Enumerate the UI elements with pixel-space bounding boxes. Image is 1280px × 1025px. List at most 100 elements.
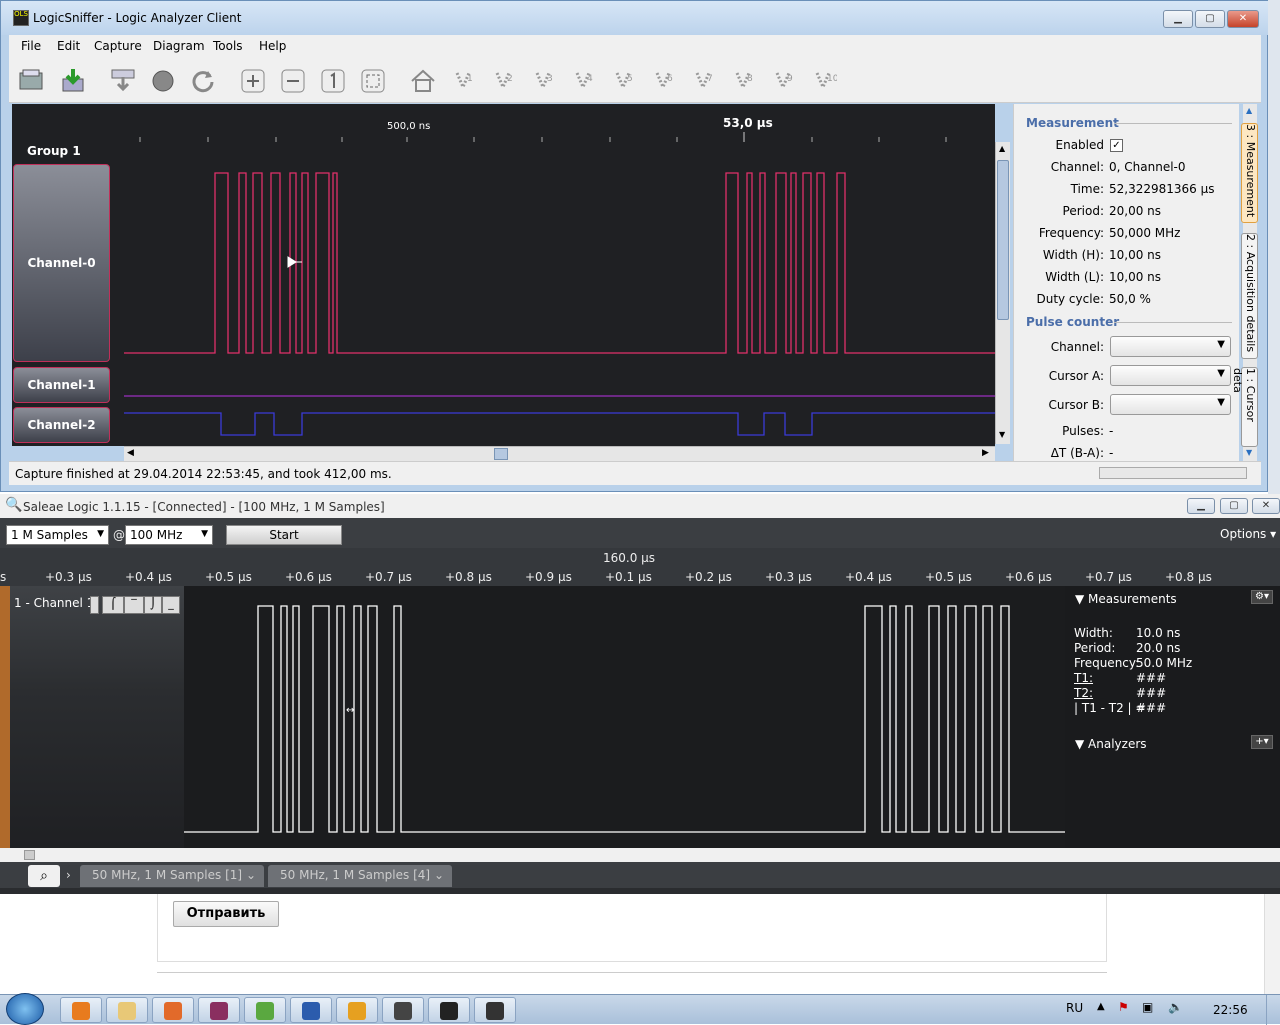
cursor-5-icon[interactable]: 5 — [609, 67, 637, 95]
rate-select[interactable]: 100 MHz ▼ — [125, 525, 213, 545]
gear-icon[interactable]: ⚙▾ — [1251, 590, 1273, 604]
menu-help[interactable]: Help — [259, 39, 286, 53]
analyzers-heading[interactable]: ▼ Analyzers — [1075, 737, 1147, 751]
saleae-minimize-button[interactable]: ▁ — [1187, 498, 1215, 514]
falling-edge-trigger-button[interactable]: ‾ — [124, 596, 144, 614]
volume-icon[interactable]: 🔈 — [1168, 1000, 1183, 1014]
saleae-title-bar: 🔍 Saleae Logic 1.1.15 - [Connected] - [1… — [0, 494, 1280, 518]
saleae-maximize-button[interactable]: ▢ — [1220, 498, 1248, 514]
goto-trigger-icon[interactable] — [409, 67, 437, 95]
menu-capture[interactable]: Capture — [94, 39, 142, 53]
session-tab-2[interactable]: 50 MHz, 1 M Samples [4] ⌄ — [268, 865, 452, 887]
info-icon[interactable] — [336, 997, 378, 1023]
firefox-icon[interactable] — [152, 997, 194, 1023]
samples-select[interactable]: 1 M Samples ▼ — [6, 525, 109, 545]
cursor-4-icon[interactable]: 4 — [569, 67, 597, 95]
search-tab-button[interactable]: ⌕ — [28, 865, 60, 887]
zoom-all-icon[interactable] — [359, 67, 387, 95]
capture-icon[interactable] — [109, 67, 137, 95]
menu-tools[interactable]: Tools — [213, 39, 243, 53]
high-trigger-button[interactable]: ⌡ — [144, 596, 162, 614]
cmd-icon[interactable] — [428, 997, 470, 1023]
saleae-close-button[interactable]: ✕ — [1252, 498, 1280, 514]
scroll-left-arrow[interactable]: ◀ — [127, 448, 134, 458]
low-trigger-button[interactable]: _ — [162, 596, 180, 614]
scroll-right-arrow[interactable]: ▶ — [982, 448, 989, 458]
session-tab-1[interactable]: 50 MHz, 1 M Samples [1] ⌄ — [80, 865, 264, 887]
ols-icon[interactable] — [474, 997, 516, 1023]
saleae-waveform-canvas[interactable]: ↔ — [184, 586, 1065, 848]
options-button[interactable]: Options ▾ — [1220, 527, 1276, 541]
submit-button[interactable]: Отправить — [173, 901, 279, 927]
side-scroll-down[interactable]: ▼ — [1246, 448, 1252, 457]
tab-acquisition[interactable]: 2 : Acquisition details — [1241, 233, 1258, 359]
zoom-out-icon[interactable] — [279, 67, 307, 95]
channel-settings-button[interactable] — [90, 596, 99, 614]
show-desktop-button[interactable] — [1266, 995, 1280, 1025]
scroll-thumb[interactable] — [997, 160, 1009, 320]
side-scroll-up[interactable]: ▲ — [1246, 106, 1252, 115]
explorer-icon[interactable] — [106, 997, 148, 1023]
flag-icon[interactable]: ⚑ — [1118, 1000, 1129, 1014]
saleae-scroll-thumb[interactable] — [24, 850, 35, 860]
measurements-heading[interactable]: ▼ Measurements — [1075, 592, 1177, 606]
minimize-button[interactable]: ▁ — [1163, 10, 1193, 28]
zoom-default-icon[interactable] — [319, 67, 347, 95]
tray-arrow-icon[interactable]: ▲ — [1097, 1001, 1105, 1012]
cursor-6-icon[interactable]: 6 — [649, 67, 677, 95]
menu-diagram[interactable]: Diagram — [153, 39, 205, 53]
menu-file[interactable]: File — [21, 39, 41, 53]
waveform-canvas[interactable] — [12, 104, 995, 446]
zoom-in-icon[interactable] — [239, 67, 267, 95]
start-orb-icon[interactable] — [6, 993, 44, 1025]
delta-t-value: - — [1109, 446, 1114, 460]
enabled-checkbox[interactable]: ✓ — [1110, 139, 1123, 152]
saleae-icon[interactable] — [382, 997, 424, 1023]
save-capture-icon[interactable] — [59, 67, 87, 95]
toolbar: 1 2 3 4 5 6 7 8 9 10 — [9, 57, 1261, 103]
winrar-icon[interactable] — [198, 997, 240, 1023]
open-capture-icon[interactable] — [17, 67, 45, 95]
cursor-b-select[interactable]: ▼ — [1110, 394, 1231, 415]
utorrent-icon[interactable] — [244, 997, 286, 1023]
network-icon[interactable]: ▣ — [1142, 1000, 1153, 1014]
add-analyzer-icon[interactable]: +▾ — [1251, 735, 1273, 749]
vertical-scrollbar[interactable]: ▲ ▼ — [995, 142, 1010, 444]
vlc-icon[interactable] — [60, 997, 102, 1023]
tab-measurement[interactable]: 3 : Measurement — [1241, 123, 1258, 223]
tab-cursor-details[interactable]: 1 : Cursor deta — [1231, 367, 1258, 447]
rising-edge-trigger-button[interactable]: ⌠ — [102, 596, 124, 614]
saleae-measure-label[interactable]: T1: — [1074, 671, 1093, 685]
clock[interactable]: 22:56 — [1213, 1003, 1248, 1017]
tab-scroll-arrow[interactable]: › — [66, 868, 71, 882]
close-button[interactable]: ✕ — [1227, 10, 1259, 28]
cursor-3-icon[interactable]: 3 — [529, 67, 557, 95]
cursor-10-icon[interactable]: 10 — [809, 67, 837, 95]
pulse-channel-select[interactable]: ▼ — [1110, 336, 1231, 357]
word-icon[interactable] — [290, 997, 332, 1023]
cursor-1-icon[interactable]: 1 — [449, 67, 477, 95]
horizontal-scrollbar[interactable]: ◀ ▶ — [124, 446, 995, 461]
scroll-down-arrow[interactable]: ▼ — [999, 430, 1005, 439]
browser-scrollbar[interactable] — [1264, 894, 1280, 994]
start-button[interactable]: Start — [226, 525, 342, 545]
scroll-up-arrow[interactable]: ▲ — [999, 144, 1005, 153]
language-indicator[interactable]: RU — [1066, 1001, 1083, 1015]
stop-icon[interactable] — [149, 67, 177, 95]
maximize-button[interactable]: ▢ — [1195, 10, 1225, 28]
cursor-7-icon[interactable]: 7 — [689, 67, 717, 95]
repeat-capture-icon[interactable] — [189, 67, 217, 95]
time-tick-label: +0.6 µs — [285, 570, 332, 584]
saleae-measure-label[interactable]: T2: — [1074, 686, 1093, 700]
saleae-measure-label: Frequency: — [1074, 656, 1140, 670]
cursor-8-icon[interactable]: 8 — [729, 67, 757, 95]
time-tick-label: +0.3 µs — [765, 570, 812, 584]
cursor-a-select[interactable]: ▼ — [1110, 365, 1231, 386]
saleae-horizontal-scrollbar[interactable] — [0, 848, 1280, 862]
menu-edit[interactable]: Edit — [57, 39, 80, 53]
cursor-9-icon[interactable]: 9 — [769, 67, 797, 95]
saleae-waveform-area[interactable]: ↔ — [184, 586, 1065, 848]
channel-name: 1 - Channel 1 — [14, 596, 95, 610]
cursor-2-icon[interactable]: 2 — [489, 67, 517, 95]
scroll-thumb-h[interactable] — [494, 448, 508, 460]
